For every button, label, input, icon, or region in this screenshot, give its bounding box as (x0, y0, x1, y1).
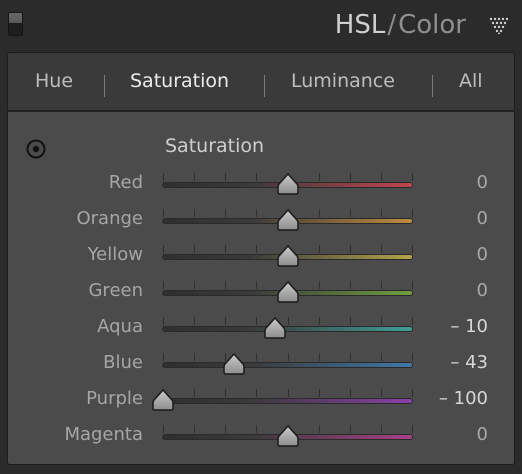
slider-thumb[interactable] (151, 389, 175, 412)
slider-label: Purple (86, 388, 143, 409)
slider-row-green: Green 0 (8, 273, 514, 309)
slider-track[interactable] (163, 363, 412, 367)
slider-value[interactable]: – 10 (450, 313, 488, 341)
slider-thumb[interactable] (276, 425, 300, 448)
tab-separator (104, 75, 105, 97)
panel-title-hsl[interactable]: HSL (335, 10, 386, 40)
slider-thumb[interactable] (276, 245, 300, 268)
slider-row-blue: Blue – 43 (8, 345, 514, 381)
slider-value[interactable]: 0 (477, 421, 488, 449)
tab-saturation[interactable]: Saturation (130, 65, 229, 97)
slider-value[interactable]: 0 (477, 241, 488, 269)
target-adjustment-icon[interactable] (26, 139, 46, 159)
tab-bar: Hue Saturation Luminance All (7, 52, 515, 111)
slider-label: Blue (103, 352, 143, 373)
slider-label: Green (88, 280, 143, 301)
slider-label: Magenta (64, 424, 143, 445)
slider-ticks (163, 389, 413, 399)
slider-value[interactable]: 0 (477, 169, 488, 197)
slider-thumb[interactable] (276, 173, 300, 196)
panel-title[interactable]: HSL/Color (335, 8, 466, 42)
tab-separator (264, 75, 265, 97)
slider-value[interactable]: 0 (477, 277, 488, 305)
slider-value[interactable]: – 100 (439, 385, 488, 413)
panel-header: HSL/Color (0, 0, 522, 50)
slider-thumb[interactable] (276, 281, 300, 304)
panel-collapse-toggle[interactable] (8, 12, 23, 36)
tab-hue[interactable]: Hue (35, 65, 73, 97)
slider-label: Yellow (87, 244, 143, 265)
triangle-dropdown-icon[interactable] (488, 16, 508, 34)
slider-track[interactable] (163, 327, 412, 331)
slider-row-magenta: Magenta 0 (8, 417, 514, 453)
panel-title-separator: / (387, 10, 397, 40)
slider-value[interactable]: – 43 (450, 349, 488, 377)
slider-value[interactable]: 0 (477, 205, 488, 233)
slider-row-purple: Purple – 100 (8, 381, 514, 417)
slider-thumb[interactable] (276, 209, 300, 232)
slider-row-aqua: Aqua – 10 (8, 309, 514, 345)
slider-row-orange: Orange 0 (8, 201, 514, 237)
slider-thumb[interactable] (263, 317, 287, 340)
tab-luminance[interactable]: Luminance (291, 65, 395, 97)
slider-label: Aqua (97, 316, 143, 337)
tab-all[interactable]: All (459, 65, 483, 97)
slider-thumb[interactable] (222, 353, 246, 376)
tab-separator (432, 75, 433, 97)
slider-label: Red (108, 172, 143, 193)
section-title: Saturation (165, 135, 265, 157)
slider-track[interactable] (163, 399, 412, 403)
panel-title-color[interactable]: Color (398, 10, 466, 40)
slider-row-yellow: Yellow 0 (8, 237, 514, 273)
slider-row-red: Red 0 (8, 165, 514, 201)
slider-label: Orange (76, 208, 143, 229)
saturation-panel: Saturation Red 0 Orange 0 Yellow 0 Green 0 Aqua –… (7, 112, 515, 465)
slider-ticks (163, 353, 413, 363)
slider-ticks (163, 317, 413, 327)
